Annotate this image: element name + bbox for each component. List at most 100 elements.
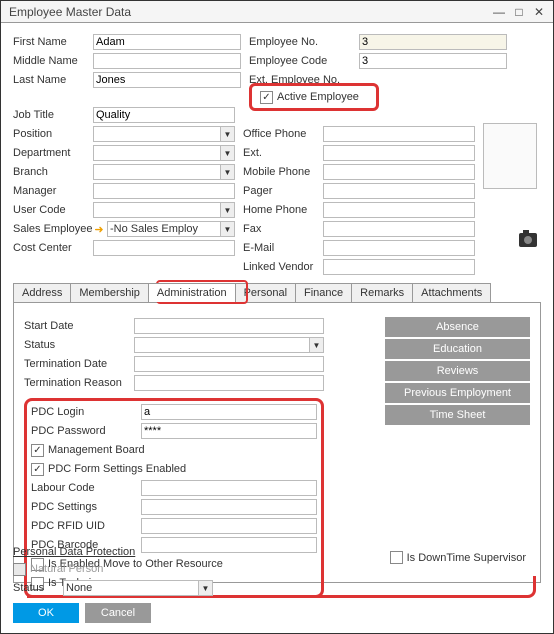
- emp-no-field[interactable]: [359, 34, 507, 50]
- term-reason-field[interactable]: [134, 375, 324, 391]
- label-sales-emp: Sales Employee: [13, 223, 93, 235]
- position-combo[interactable]: ▼: [93, 126, 235, 142]
- pdc-form-settings-checkbox[interactable]: ✓: [31, 463, 44, 476]
- chevron-down-icon: ▼: [309, 338, 323, 352]
- last-name-field[interactable]: [93, 72, 241, 88]
- employee-photo[interactable]: [483, 123, 537, 189]
- job-title-field[interactable]: [93, 107, 235, 123]
- label-job-title: Job Title: [13, 109, 93, 121]
- label-pager: Pager: [243, 185, 323, 197]
- label-office-phone: Office Phone: [243, 128, 323, 140]
- home-phone-field[interactable]: [323, 202, 475, 218]
- label-start-date: Start Date: [24, 320, 134, 332]
- absence-button[interactable]: Absence: [385, 317, 530, 337]
- label-department: Department: [13, 147, 93, 159]
- label-term-reason: Termination Reason: [24, 377, 134, 389]
- ext-field[interactable]: [323, 145, 475, 161]
- admin-side-buttons: Absence Education Reviews Previous Emplo…: [385, 317, 530, 425]
- pager-field[interactable]: [323, 183, 475, 199]
- branch-combo[interactable]: ▼: [93, 164, 235, 180]
- tab-strip: Address Membership Administration Person…: [13, 283, 541, 303]
- tab-administration[interactable]: Administration: [148, 283, 236, 302]
- titlebar: Employee Master Data — □ ✕: [1, 1, 553, 23]
- label-mobile-phone: Mobile Phone: [243, 166, 323, 178]
- footer-status-combo[interactable]: None▼: [63, 580, 213, 596]
- start-date-field[interactable]: [134, 318, 324, 334]
- tab-remarks[interactable]: Remarks: [351, 283, 413, 302]
- administration-panel: Start Date Status ▼ Termination Date Term…: [13, 303, 541, 583]
- tab-finance[interactable]: Finance: [295, 283, 352, 302]
- status-combo[interactable]: ▼: [134, 337, 324, 353]
- window-title: Employee Master Data: [9, 5, 489, 19]
- label-email: E-Mail: [243, 242, 323, 254]
- department-combo[interactable]: ▼: [93, 145, 235, 161]
- fax-field[interactable]: [323, 221, 475, 237]
- first-name-field[interactable]: [93, 34, 241, 50]
- chevron-down-icon: ▼: [220, 146, 234, 160]
- chevron-down-icon: ▼: [220, 203, 234, 217]
- maximize-button[interactable]: □: [509, 4, 529, 20]
- mobile-phone-field[interactable]: [323, 164, 475, 180]
- tab-address[interactable]: Address: [13, 283, 71, 302]
- pdc-login-field[interactable]: [141, 404, 317, 420]
- middle-name-field[interactable]: [93, 53, 241, 69]
- label-middle-name: Middle Name: [13, 55, 93, 67]
- education-button[interactable]: Education: [385, 339, 530, 359]
- label-linked-vendor: Linked Vendor: [243, 261, 323, 273]
- label-user-code: User Code: [13, 204, 93, 216]
- label-pdc-settings: PDC Settings: [31, 501, 141, 513]
- label-ext: Ext.: [243, 147, 323, 159]
- term-date-field[interactable]: [134, 356, 324, 372]
- pdc-rfid-field[interactable]: [141, 518, 317, 534]
- label-emp-no: Employee No.: [249, 36, 359, 48]
- email-field[interactable]: [323, 240, 475, 256]
- label-mgmt-board: Management Board: [48, 444, 145, 456]
- chevron-down-icon: ▼: [220, 165, 234, 179]
- label-footer-status: Status: [13, 582, 63, 594]
- tab-personal[interactable]: Personal: [235, 283, 296, 302]
- prev-employment-button[interactable]: Previous Employment: [385, 383, 530, 403]
- chevron-down-icon: ▼: [220, 222, 234, 236]
- label-active-employee: Active Employee: [277, 91, 359, 103]
- chevron-down-icon: ▼: [220, 127, 234, 141]
- reviews-button[interactable]: Reviews: [385, 361, 530, 381]
- label-natural-person: Natural Person: [30, 563, 103, 575]
- pdc-password-field[interactable]: [141, 423, 317, 439]
- emp-code-field[interactable]: [359, 53, 507, 69]
- label-status: Status: [24, 339, 134, 351]
- sales-emp-combo[interactable]: -No Sales Employ▼: [107, 221, 235, 237]
- user-code-combo[interactable]: ▼: [93, 202, 235, 218]
- pdc-settings-field[interactable]: [141, 499, 317, 515]
- time-sheet-button[interactable]: Time Sheet: [385, 405, 530, 425]
- label-pdc-rfid: PDC RFID UID: [31, 520, 141, 532]
- ok-button[interactable]: OK: [13, 603, 79, 623]
- cancel-button[interactable]: Cancel: [85, 603, 151, 623]
- minimize-button[interactable]: —: [489, 4, 509, 20]
- mgmt-board-checkbox[interactable]: ✓: [31, 444, 44, 457]
- label-manager: Manager: [13, 185, 93, 197]
- cost-center-field[interactable]: [93, 240, 235, 256]
- tab-membership[interactable]: Membership: [70, 283, 149, 302]
- office-phone-field[interactable]: [323, 126, 475, 142]
- link-arrow-icon[interactable]: ➜: [93, 223, 105, 235]
- label-fax: Fax: [243, 223, 323, 235]
- label-branch: Branch: [13, 166, 93, 178]
- label-home-phone: Home Phone: [243, 204, 323, 216]
- active-employee-checkbox[interactable]: ✓: [260, 91, 273, 104]
- label-pdc-form-settings: PDC Form Settings Enabled: [48, 463, 186, 475]
- natural-person-checkbox: [13, 563, 26, 576]
- label-term-date: Termination Date: [24, 358, 134, 370]
- close-button[interactable]: ✕: [529, 4, 549, 20]
- label-labour-code: Labour Code: [31, 482, 141, 494]
- chevron-down-icon: ▼: [198, 581, 212, 595]
- label-first-name: First Name: [13, 36, 93, 48]
- linked-vendor-field[interactable]: [323, 259, 475, 275]
- manager-field[interactable]: [93, 183, 235, 199]
- footer: Personal Data Protection Natural Person …: [13, 546, 541, 623]
- label-emp-code: Employee Code: [249, 55, 359, 67]
- labour-code-field[interactable]: [141, 480, 317, 496]
- tab-attachments[interactable]: Attachments: [412, 283, 491, 302]
- camera-icon[interactable]: [519, 233, 537, 247]
- label-cost-center: Cost Center: [13, 242, 93, 254]
- label-pdc-password: PDC Password: [31, 425, 141, 437]
